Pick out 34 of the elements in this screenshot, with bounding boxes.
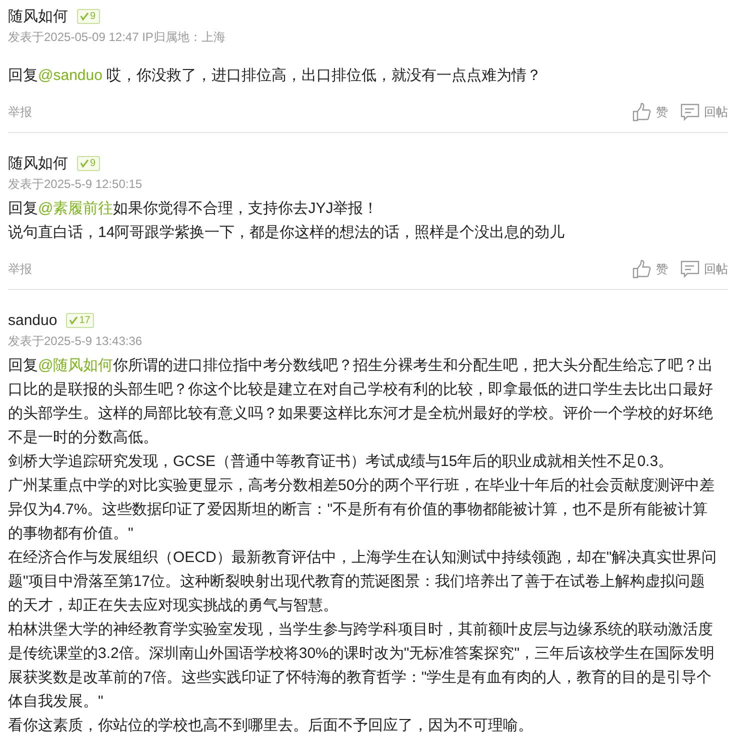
mention-link[interactable]: @素履前往 <box>38 200 114 217</box>
post-text: 在经济合作与发展组织（OECD）最新教育评估中，上海学生在认知测试中持续领跑，却在"解决真实世界问题"项目中滑落至第17位。这种断裂映射出现代教育的荒诞图景：我们培养出了善于在试卷上解构虚拟问题的天才，却正在失去应对现实挑战的勇气与智慧。 <box>8 548 718 616</box>
report-link[interactable]: 举报 <box>8 104 620 120</box>
thumbs-up-icon[interactable] <box>632 102 652 122</box>
post-text: 剑桥大学追踪研究发现，GCSE（普通中等教育证书）考试成绩与15年后的职业成就相关性不足0.3。 <box>8 452 674 472</box>
post-text: 回复@素履前往如果你觉得不合理，支持你去JYJ举报！ <box>8 199 380 219</box>
username[interactable]: 随风如何 <box>8 154 68 172</box>
check-icon <box>80 158 89 168</box>
post-text: 广州某重点中学的对比实验更显示，高考分数相差50分的两个平行班，在毕业十年后的社会贡献度测评中差异仅为4.7%。这些数据印证了爱因斯坦的断言："不是所有有价值的事物都能被计算，也不是所有能被计算的事物都有价值。" <box>8 476 716 544</box>
username[interactable]: 随风如何 <box>8 6 68 26</box>
post-date: 发表于2025-05-09 12:47 IP归属地：上海 <box>8 29 226 46</box>
post-text: 看你这素质，你站位的学校也高不到哪里去。后面不予回应了，因为不可理喻。 <box>8 716 534 736</box>
username[interactable]: sanduo <box>8 312 58 328</box>
post-text: 回复@随风如何你所谓的进口排位指中考分数线吧？招生分裸考生和分配生吧，把大头分配生给忘了吧？出口比的是联报的头部生吧？你这个比较是建立在对自己学校有利的比较，即拿最低的进口学生去比出口最好的头部学生。这样的局部比较有意义吗？如果要这样比东河才是全杭州最好的学校。评价一个学校的好坏绝不是一时的分数高低。 <box>8 356 714 448</box>
post-text: 说句直白话，14阿哥跟学紫换一下，都是你这样的想法的话，照样是个没出息的劲儿 <box>8 223 566 243</box>
check-icon <box>69 316 78 324</box>
mention-link[interactable]: @随风如何 <box>38 357 114 374</box>
reply-button[interactable]: 回帖 <box>680 259 728 279</box>
comment-icon[interactable] <box>680 259 700 279</box>
like-button[interactable]: 赞 <box>632 102 668 122</box>
level-badge: 9 <box>77 156 100 170</box>
post-text: 回复@sanduo 哎，你没救了，进口排位高，出口排位低，就没有一点点难为情？ <box>8 66 543 86</box>
reply-button[interactable]: 回帖 <box>680 102 728 122</box>
comment-icon[interactable] <box>680 102 700 122</box>
post-text: 柏林洪堡大学的神经教育学实验室发现，当学生参与跨学科项目时，其前额叶皮层与边缘系统的联动激活度是传统课堂的3.2倍。深圳南山外国语学校将30%的课时改为"无标准答案探究"，三年后该校学生在国际发明展获奖数是改革前的7倍。这些实践印证了怀特海的教育哲学："学生是有血有肉的人，教育的目的是引导个体自我发展。" <box>8 620 716 712</box>
level-badge: 17 <box>66 312 94 328</box>
mention-link[interactable]: @sanduo <box>38 67 102 84</box>
level-badge: 9 <box>77 8 100 24</box>
like-button[interactable]: 赞 <box>632 259 668 279</box>
post-date: 发表于2025-5-9 12:50:15 <box>8 176 144 193</box>
post-date: 发表于2025-5-9 13:43:36 <box>8 333 144 350</box>
report-link[interactable]: 举报 <box>8 260 620 278</box>
thumbs-up-icon[interactable] <box>632 259 652 279</box>
check-icon <box>80 12 89 20</box>
